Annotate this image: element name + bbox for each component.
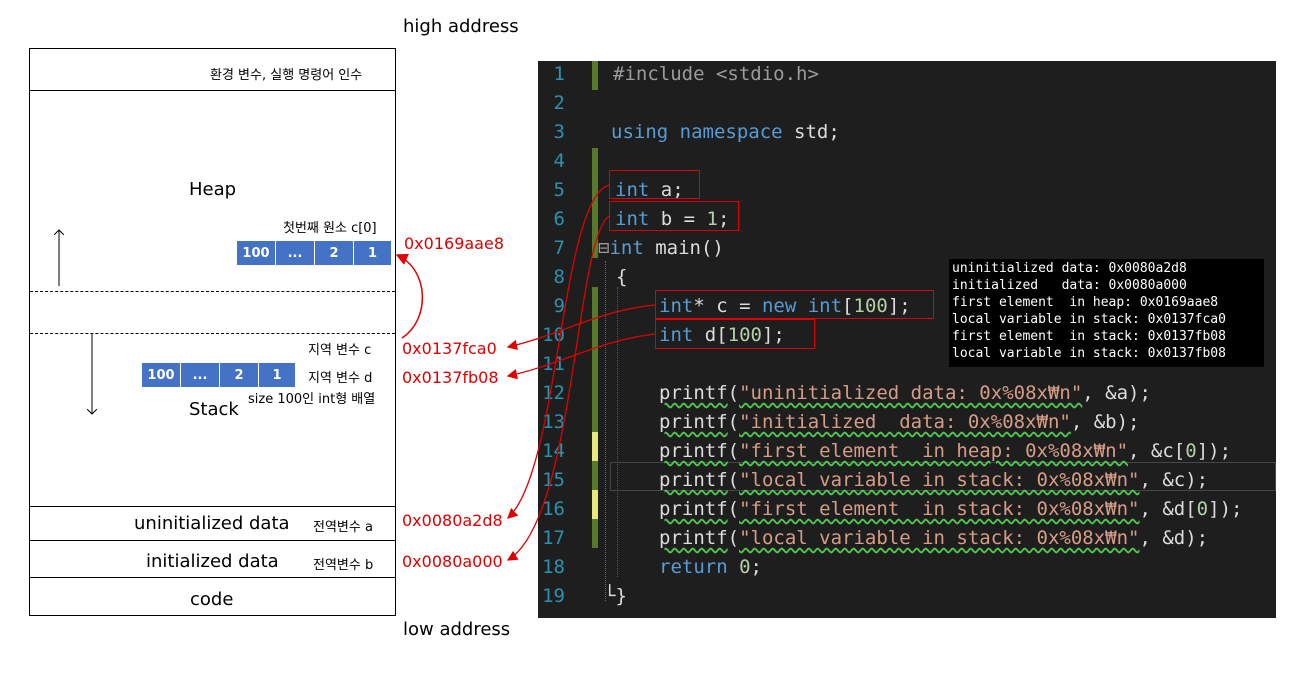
heap-pointer-arrow [395,253,424,339]
arrows-overlay [0,184,656,561]
arrow-a [507,184,610,519]
arrow-b [506,215,610,561]
